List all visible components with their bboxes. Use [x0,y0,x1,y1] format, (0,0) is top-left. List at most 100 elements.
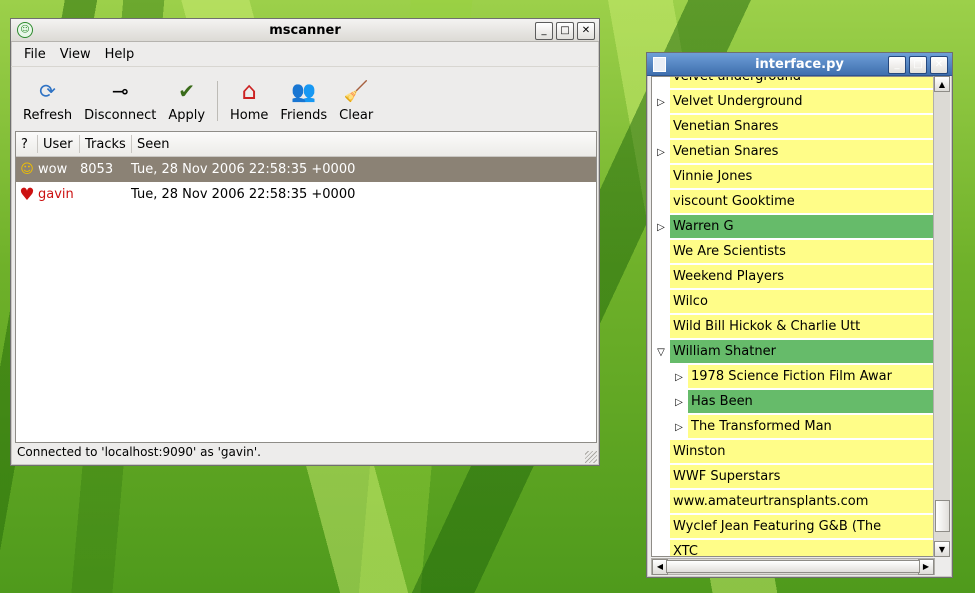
table-row[interactable]: ☺ wow 8053 Tue, 28 Nov 2006 22:58:35 +00… [16,157,596,182]
tree-row[interactable]: velvet underground [652,77,935,90]
tree-row[interactable]: Weekend Players [652,265,935,290]
expand-arrow-icon[interactable]: ▷ [652,147,670,158]
title-bar[interactable]: interface.py _ □ ✕ [647,53,952,76]
scroll-thumb[interactable] [666,560,920,573]
tree-row-label: www.amateurtransplants.com [670,490,935,515]
close-button[interactable]: ✕ [930,56,948,74]
people-icon: 👥 [291,79,317,103]
user-cell: wow [38,162,68,177]
refresh-label: Refresh [23,108,73,123]
tree-row-label: Wilco [670,290,935,315]
tree-row[interactable]: ▷ Has Been [652,390,935,415]
tree-row[interactable]: ▷ Venetian Snares [652,140,935,165]
home-icon: ⌂ [241,77,257,105]
app-icon: ☺ [17,22,33,38]
tree-row-label: Velvet Underground [670,90,935,115]
tree-row-label: The Transformed Man [688,415,935,440]
tree-row-label: velvet underground [670,77,935,90]
tree-row-label: William Shatner [670,340,935,365]
tree-row-label: Weekend Players [670,265,935,290]
expand-arrow-icon[interactable]: ▷ [670,422,688,433]
tree-row[interactable]: Venetian Snares [652,115,935,140]
checkmark-icon: ✔ [178,79,196,103]
tree-row[interactable]: Wild Bill Hickok & Charlie Utt [652,315,935,340]
column-header-tracks[interactable]: Tracks [80,135,132,153]
friends-label: Friends [280,108,328,123]
column-header-seen[interactable]: Seen [132,135,337,153]
title-bar[interactable]: ☺ mscanner _ □ ✕ [11,19,599,42]
menu-view[interactable]: View [60,47,91,62]
disconnect-button[interactable]: ⊸ Disconnect [78,78,162,129]
table-row[interactable]: ♥ gavin Tue, 28 Nov 2006 22:58:35 +0000 [16,182,596,207]
mscanner-window: ☺ mscanner _ □ ✕ File View Help ⟳ Refres… [10,18,600,466]
tree-row[interactable]: XTC [652,540,935,556]
tree-row[interactable]: Vinnie Jones [652,165,935,190]
menu-bar: File View Help [11,42,599,66]
friends-button[interactable]: 👥 Friends [274,78,333,129]
tree-row[interactable]: Winston [652,440,935,465]
maximize-button[interactable]: □ [909,56,927,74]
tree-row-label: Has Been [688,390,935,415]
tree-row-label: We Are Scientists [670,240,935,265]
tree-row[interactable]: viscount Gooktime [652,190,935,215]
user-cell: gavin [38,187,74,202]
disconnect-label: Disconnect [84,108,157,123]
tree-row[interactable]: Wilco [652,290,935,315]
refresh-button[interactable]: ⟳ Refresh [17,78,78,129]
tree-row-label: 1978 Science Fiction Film Awar [688,365,935,390]
tree-row[interactable]: WWF Superstars [652,465,935,490]
tree-row[interactable]: We Are Scientists [652,240,935,265]
tree-row[interactable]: Wyclef Jean Featuring G&B (The [652,515,935,540]
expand-arrow-icon[interactable]: ▷ [652,222,670,233]
tree-row-label: Wild Bill Hickok & Charlie Utt [670,315,935,340]
maximize-button[interactable]: □ [556,22,574,40]
scroll-down-icon[interactable]: ▼ [934,541,950,557]
minimize-button[interactable]: _ [535,22,553,40]
user-list: ? User Tracks Seen ☺ wow 8053 Tue, 28 No… [15,131,597,443]
horizontal-scrollbar[interactable]: ◀ ▶ [651,558,935,575]
seen-cell: Tue, 28 Nov 2006 22:58:35 +0000 [131,162,356,177]
tree-row-label: Winston [670,440,935,465]
scroll-up-icon[interactable]: ▲ [934,76,950,92]
tree-row[interactable]: ▷ 1978 Science Fiction Film Awar [652,365,935,390]
column-header-status[interactable]: ? [16,135,38,153]
tree-row[interactable]: www.amateurtransplants.com [652,490,935,515]
minimize-button[interactable]: _ [888,56,906,74]
scroll-right-icon[interactable]: ▶ [918,558,934,575]
tracks-cell: 8053 [80,162,114,177]
expand-arrow-icon[interactable]: ▷ [652,97,670,108]
plug-icon: ⊸ [111,79,129,103]
menu-help[interactable]: Help [105,47,135,62]
home-label: Home [230,108,269,123]
home-button[interactable]: ⌂ Home [224,77,274,129]
close-button[interactable]: ✕ [577,22,595,40]
tree-row-label: Venetian Snares [670,140,935,165]
artist-tree: velvet underground ▷ Velvet Underground Ven… [651,76,936,557]
status-bar: Connected to 'localhost:9090' as 'gavin'… [17,445,261,459]
clear-label: Clear [339,108,374,123]
clear-button[interactable]: 🧹 Clear [333,78,379,129]
apply-button[interactable]: ✔ Apply [162,78,211,129]
tree-row-label: viscount Gooktime [670,190,935,215]
vertical-scrollbar[interactable]: ▲ ▼ [933,76,950,557]
scroll-thumb[interactable] [935,500,950,532]
column-header-user[interactable]: User [38,135,80,153]
resize-grip[interactable] [585,451,597,463]
expand-arrow-icon[interactable]: ▷ [670,372,688,383]
menu-file[interactable]: File [24,47,46,62]
tree-row-label: Vinnie Jones [670,165,935,190]
window-title: mscanner [269,22,341,38]
tree-row-label: Warren G [670,215,935,240]
heart-icon: ♥ [19,184,35,205]
expand-arrow-icon[interactable]: ▷ [670,397,688,408]
tree-row-label: Venetian Snares [670,115,935,140]
tree-row[interactable]: ▷ The Transformed Man [652,415,935,440]
tree-row-label: XTC [670,540,935,556]
smiley-icon: ☺ [20,162,34,177]
tree-row-label: WWF Superstars [670,465,935,490]
collapse-arrow-icon[interactable]: ▽ [652,347,670,358]
tree-row[interactable]: ▷ Velvet Underground [652,90,935,115]
tree-row[interactable]: ▷ Warren G [652,215,935,240]
tree-row[interactable]: ▽ William Shatner [652,340,935,365]
toolbar-separator [217,81,219,121]
